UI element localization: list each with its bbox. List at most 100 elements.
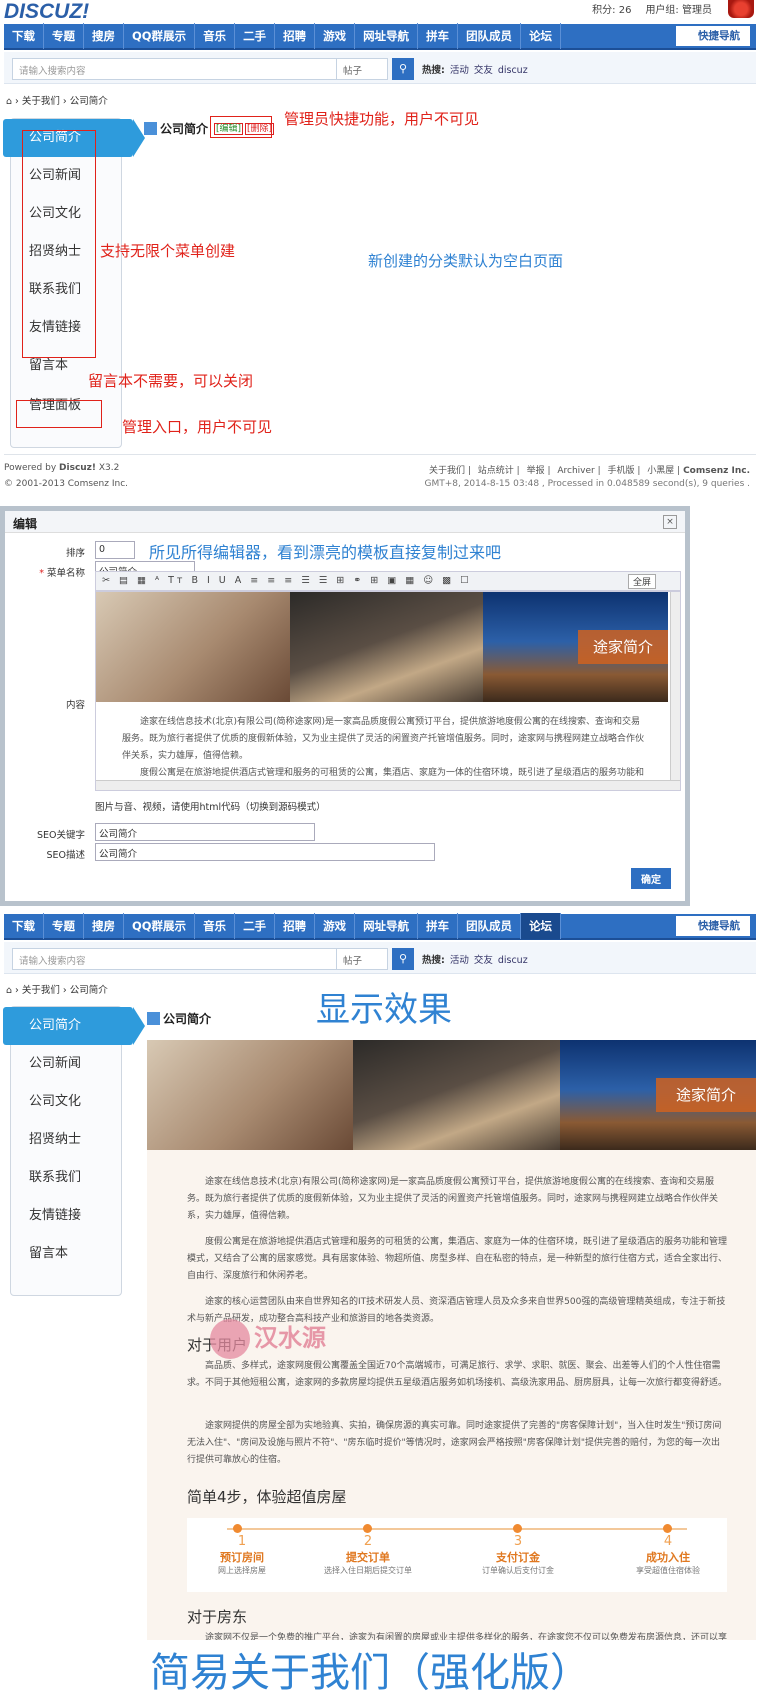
nav-item[interactable]: 搜房 — [84, 913, 124, 939]
sidebar: 公司简介 公司新闻 公司文化 招贤纳士 联系我们 友情链接 留言本 — [3, 1006, 145, 1296]
horizontal-scrollbar[interactable] — [96, 780, 680, 790]
hot-item[interactable]: 活动 — [450, 955, 469, 966]
paragraph: 途家在线信息技术(北京)有限公司(简称途家网)是一家高品质度假公寓预订平台，提供… — [122, 717, 645, 761]
nav-item[interactable]: 游戏 — [315, 913, 356, 939]
nav-item[interactable]: 音乐 — [195, 913, 236, 939]
nav-item[interactable]: 搜房 — [84, 23, 124, 49]
nav-item[interactable]: 论坛 — [521, 23, 562, 49]
sidebar-item-jobs[interactable]: 招贤纳士 — [11, 1121, 121, 1159]
home-icon[interactable]: ⌂ — [6, 96, 12, 107]
footer-links: 关于我们 | 站点统计 | 举报 | Archiver | 手机版 | 小黑屋 … — [429, 466, 750, 476]
powered-text: Powered by — [4, 463, 60, 473]
toolbar-icons[interactable]: ✂ ▤ ▦ ᴬ Tт B I U A ≡ ≡ ≡ ☰ ☰ ⊞ ⚭ ⊞ ▣ ▦ ☺… — [102, 575, 472, 586]
nav-item[interactable]: 招聘 — [275, 913, 316, 939]
page-icon — [147, 1012, 160, 1025]
banner-tag: 途家简介 — [656, 1078, 756, 1112]
nav-item[interactable]: 招聘 — [275, 23, 316, 49]
search-scope-select[interactable]: 帖子 — [336, 58, 388, 80]
nav-item[interactable]: 下载 — [4, 23, 44, 49]
search-bar: 请输入搜索内容 帖子 ⚲ 热搜: 活动 交友 discuz — [4, 942, 756, 974]
sidebar-item-culture[interactable]: 公司文化 — [11, 1083, 121, 1121]
sidebar-item-intro[interactable]: 公司简介 — [3, 1007, 145, 1045]
flower-icon — [728, 0, 754, 18]
search-input[interactable]: 请输入搜索内容 — [12, 58, 342, 80]
confirm-button[interactable]: 确定 — [631, 868, 671, 889]
editor-hint: 图片与音、视频，请使用html代码（切换到源码模式） — [95, 802, 326, 813]
sidebar-item-links[interactable]: 友情链接 — [11, 1197, 121, 1235]
nav-item[interactable]: 音乐 — [195, 23, 236, 49]
breadcrumb-current: 公司简介 — [69, 96, 108, 107]
hot-item[interactable]: 交友 — [474, 65, 493, 76]
step-number: 2 — [363, 1534, 373, 1549]
company-link[interactable]: Comsenz Inc. — [683, 466, 750, 476]
sidebar-item-news[interactable]: 公司新闻 — [11, 1045, 121, 1083]
step-item: 3 支付订金 订单确认后支付订金 — [463, 1534, 573, 1576]
quick-nav-button[interactable]: 快捷导航 — [676, 916, 750, 936]
breadcrumb-link[interactable]: 关于我们 — [22, 985, 60, 996]
nav-item[interactable]: 专题 — [44, 913, 84, 939]
content-label: 内容 — [65, 700, 85, 711]
footer-link[interactable]: Archiver — [557, 466, 594, 476]
bottom-title: 简易关于我们（强化版） — [150, 1650, 590, 1696]
search-button[interactable]: ⚲ — [392, 58, 414, 80]
close-icon[interactable]: × — [663, 515, 677, 529]
annotation: 新创建的分类默认为空白页面 — [368, 252, 564, 270]
nav-item[interactable]: 下载 — [4, 913, 44, 939]
steps-panel: 1 预订房间 网上选择房屋 2 提交订单 选择入住日期后提交订单 3 支付订金 订单确认后支… — [187, 1518, 727, 1592]
points-link[interactable]: 积分: 26 — [592, 5, 631, 16]
nav-item[interactable]: 团队成员 — [458, 913, 522, 939]
usergroup-link[interactable]: 用户组: 管理员 — [645, 5, 712, 16]
nav-item[interactable]: 拼车 — [418, 23, 459, 49]
step-number: 1 — [237, 1534, 247, 1549]
nav-item[interactable]: 二手 — [235, 23, 276, 49]
nav-item[interactable]: 二手 — [235, 913, 276, 939]
search-button[interactable]: ⚲ — [392, 948, 414, 970]
sort-input[interactable]: 0 — [95, 541, 135, 559]
hot-item[interactable]: discuz — [498, 65, 528, 76]
breadcrumb-link[interactable]: 关于我们 — [22, 96, 60, 107]
step-item: 4 成功入住 享受超值住宿体验 — [613, 1534, 723, 1576]
footer-link[interactable]: 关于我们 — [429, 466, 465, 476]
seo-desc-input[interactable]: 公司简介 — [95, 843, 435, 861]
hot-search: 热搜: 活动 交友 discuz — [422, 952, 528, 966]
hot-item[interactable]: 交友 — [474, 955, 493, 966]
editor-toolbar[interactable]: ✂ ▤ ▦ ᴬ Tт B I U A ≡ ≡ ≡ ☰ ☰ ⊞ ⚭ ⊞ ▣ ▦ ☺… — [95, 571, 681, 591]
search-input[interactable]: 请输入搜索内容 — [12, 948, 342, 970]
brand-link[interactable]: Discuz! — [59, 463, 96, 473]
nav-item[interactable]: 团队成员 — [458, 23, 522, 49]
sidebar-item-guestbook[interactable]: 留言本 — [11, 1235, 121, 1273]
seo-keyword-input[interactable]: 公司简介 — [95, 823, 315, 841]
breadcrumb: ⌂ › 关于我们 › 公司简介 — [6, 96, 108, 107]
sidebar-item-contact[interactable]: 联系我们 — [11, 1159, 121, 1197]
footer-link[interactable]: 举报 — [527, 466, 545, 476]
search-scope-select[interactable]: 帖子 — [336, 948, 388, 970]
step-desc: 网上选择房屋 — [218, 1566, 266, 1575]
nav-item[interactable]: 网址导航 — [355, 23, 419, 49]
site-logo[interactable]: DISCUZ! — [4, 0, 89, 24]
nav-item[interactable]: 专题 — [44, 23, 84, 49]
nav-item-forum[interactable]: 论坛 — [521, 913, 562, 939]
nav-item[interactable]: QQ群展示 — [124, 23, 196, 49]
hot-item[interactable]: 活动 — [450, 65, 469, 76]
nav-item[interactable]: 网址导航 — [355, 913, 419, 939]
vertical-scrollbar[interactable] — [670, 592, 680, 790]
nav-item[interactable]: 游戏 — [315, 23, 356, 49]
hot-item[interactable]: discuz — [498, 955, 528, 966]
fullscreen-button[interactable]: 全屏 — [627, 574, 656, 589]
sort-label: 排序 — [65, 548, 85, 559]
edit-link[interactable]: [编辑] — [214, 123, 244, 135]
paragraph: 度假公寓是在旅游地提供酒店式管理和服务的可租赁的公寓，集酒店、家庭为一体的住宿环… — [187, 1237, 728, 1281]
rich-text-editor[interactable]: 途家简介 途家在线信息技术(北京)有限公司(简称途家网)是一家高品质度假公寓预订… — [95, 591, 681, 791]
footer-link[interactable]: 站点统计 — [478, 466, 514, 476]
nav-item[interactable]: QQ群展示 — [124, 913, 196, 939]
quick-nav-button[interactable]: 快捷导航 — [676, 26, 750, 46]
footer-link[interactable]: 小黑屋 — [647, 466, 674, 476]
home-icon[interactable]: ⌂ — [6, 985, 12, 996]
nav-item[interactable]: 拼车 — [418, 913, 459, 939]
seo-desc-label: SEO描述 — [46, 850, 85, 861]
delete-link[interactable]: [删除] — [245, 123, 275, 135]
step-item: 1 预订房间 网上选择房屋 — [187, 1534, 297, 1576]
main-nav: 下载 专题 搜房 QQ群展示 音乐 二手 招聘 游戏 网址导航 拼车 团队成员 … — [4, 913, 756, 940]
footer-link[interactable]: 手机版 — [608, 466, 635, 476]
breadcrumb-current: 公司简介 — [69, 985, 108, 996]
